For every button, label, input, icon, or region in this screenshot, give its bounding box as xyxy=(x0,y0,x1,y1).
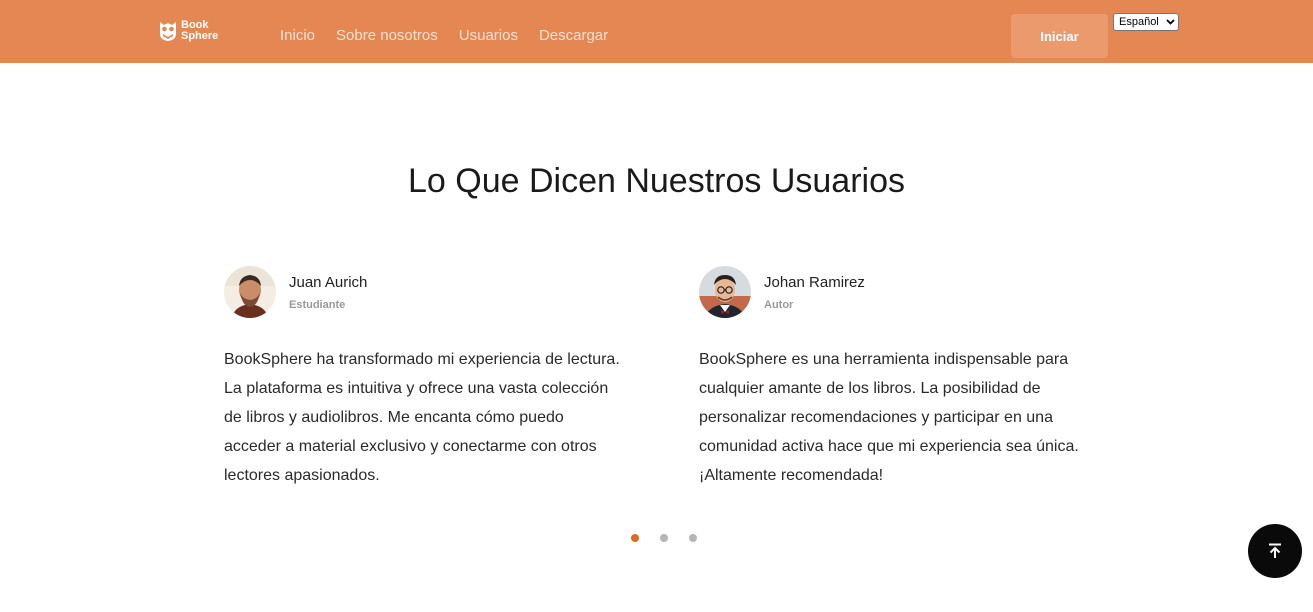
testimonial-role: Estudiante xyxy=(289,299,346,311)
avatar xyxy=(699,266,751,318)
top-navbar: Book Sphere Inicio Sobre nosotros Usuari… xyxy=(0,0,1313,63)
login-button[interactable]: Iniciar xyxy=(1011,14,1108,58)
language-select-value: Español xyxy=(1119,16,1159,28)
language-select[interactable]: Español xyxy=(1113,13,1179,31)
nav-link-usuarios[interactable]: Usuarios xyxy=(459,27,518,44)
carousel-dot-2[interactable] xyxy=(660,534,668,542)
testimonial-header: Johan Ramirez Autor xyxy=(699,266,1099,318)
carousel-dot-3[interactable] xyxy=(689,534,697,542)
chevron-down-icon xyxy=(1166,19,1175,25)
testimonial-text: BookSphere ha transformado mi experienci… xyxy=(224,351,620,484)
testimonial-card: Juan Aurich Estudiante BookSphere ha tra… xyxy=(224,266,624,490)
testimonial-card: Johan Ramirez Autor BookSphere es una he… xyxy=(699,266,1099,490)
testimonial-text: BookSphere es una herramienta indispensa… xyxy=(699,351,1079,484)
testimonial-name: Juan Aurich xyxy=(289,274,368,291)
carousel-dot-1[interactable] xyxy=(631,534,639,542)
testimonial-meta: Juan Aurich Estudiante xyxy=(289,266,367,311)
nav-link-descargar[interactable]: Descargar xyxy=(539,27,608,44)
brand-name: Book Sphere xyxy=(181,20,218,42)
testimonial-name: Johan Ramirez xyxy=(764,274,865,291)
carousel-pagination xyxy=(631,534,697,542)
avatar xyxy=(224,266,276,318)
brand-logo[interactable]: Book Sphere xyxy=(158,20,218,42)
section-title: Lo Que Dicen Nuestros Usuarios xyxy=(407,162,905,200)
arrow-up-to-top-icon xyxy=(1269,543,1281,558)
testimonial-header: Juan Aurich Estudiante xyxy=(224,266,624,318)
testimonial-meta: Johan Ramirez Autor xyxy=(764,266,865,311)
main-nav: Inicio Sobre nosotros Usuarios Descargar xyxy=(280,27,608,44)
nav-link-sobre-nosotros[interactable]: Sobre nosotros xyxy=(336,27,438,44)
testimonial-role: Autor xyxy=(764,299,794,311)
scroll-to-top-button[interactable] xyxy=(1248,524,1302,578)
brand-name-line2: Sphere xyxy=(181,30,219,42)
owl-logo-icon xyxy=(160,22,176,41)
nav-link-inicio[interactable]: Inicio xyxy=(280,27,315,44)
